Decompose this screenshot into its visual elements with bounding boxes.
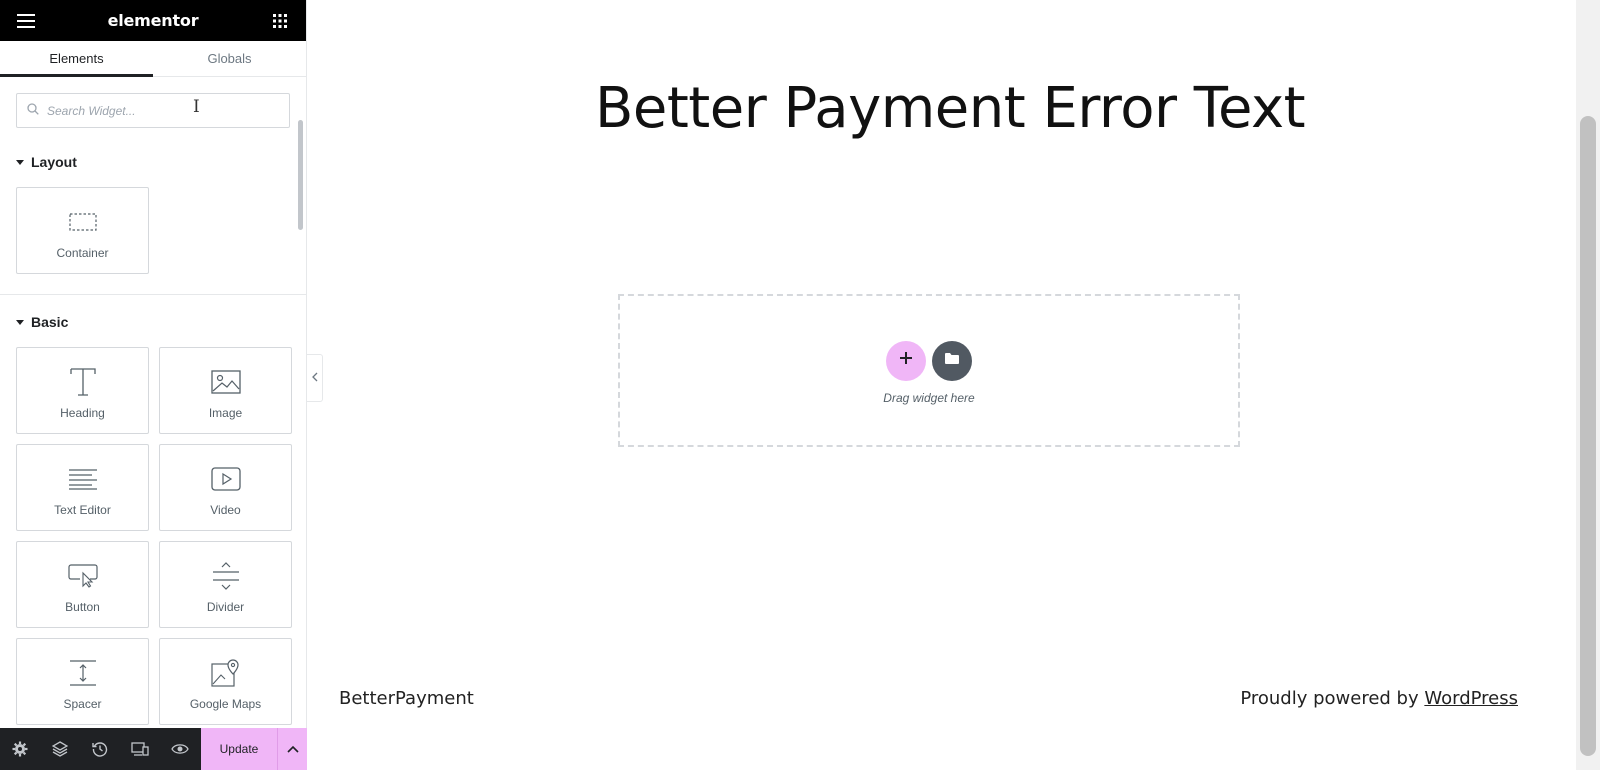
page-title[interactable]: Better Payment Error Text (324, 76, 1576, 141)
panel-tabs: Elements Globals (0, 41, 306, 77)
widget-heading[interactable]: Heading (16, 347, 149, 434)
grid-apps-icon[interactable] (266, 7, 294, 35)
widget-divider[interactable]: Divider (159, 541, 292, 628)
google-maps-icon (210, 657, 241, 689)
layers-icon[interactable] (40, 728, 80, 770)
search-input[interactable] (47, 103, 267, 118)
add-section-button[interactable] (886, 340, 926, 381)
site-name[interactable]: BetterPayment (339, 688, 474, 709)
widget-label: Spacer (63, 696, 102, 711)
history-icon[interactable] (80, 728, 120, 770)
widget-label: Text Editor (54, 502, 111, 517)
responsive-icon[interactable] (120, 728, 160, 770)
caret-down-icon (16, 319, 24, 325)
search-box[interactable] (16, 93, 290, 128)
button-icon (67, 560, 98, 592)
tab-globals[interactable]: Globals (153, 41, 306, 76)
widget-label: Heading (60, 405, 105, 420)
update-button[interactable]: Update (201, 728, 277, 770)
video-icon (210, 463, 241, 495)
category-layout[interactable]: Layout (0, 152, 306, 172)
powered-prefix: Proudly powered by (1240, 688, 1425, 709)
elementor-logo: elementor (107, 11, 199, 30)
widget-google-maps[interactable]: Google Maps (159, 638, 292, 725)
basic-widgets: Heading Image Text Editor Video Button D… (0, 347, 306, 725)
folder-icon (944, 352, 960, 370)
container-icon (68, 206, 97, 238)
category-title: Layout (31, 154, 77, 170)
wordpress-link[interactable]: WordPress (1424, 688, 1518, 709)
image-icon (210, 366, 241, 398)
category-basic[interactable]: Basic (0, 312, 306, 332)
widget-spacer[interactable]: Spacer (16, 638, 149, 725)
widget-label: Button (65, 599, 100, 614)
chevron-left-icon (311, 369, 318, 387)
settings-icon[interactable] (0, 728, 40, 770)
widget-container[interactable]: Container (16, 187, 149, 274)
powered-by-text: Proudly powered by WordPress (1240, 688, 1518, 709)
search-icon (27, 102, 39, 120)
page-preview: Better Payment Error Text Drag widget he… (324, 0, 1576, 770)
widget-label: Container (56, 245, 109, 260)
widget-button[interactable]: Button (16, 541, 149, 628)
page-scrollbar[interactable] (1576, 0, 1600, 770)
drop-hint-text: Drag widget here (883, 390, 975, 405)
spacer-icon (68, 657, 98, 689)
update-options-button[interactable] (277, 728, 307, 770)
widget-text-editor[interactable]: Text Editor (16, 444, 149, 531)
empty-section-drop-zone[interactable]: Drag widget here (618, 294, 1240, 447)
widget-label: Image (208, 405, 243, 420)
collapse-panel-button[interactable] (307, 354, 323, 402)
caret-down-icon (16, 159, 24, 165)
page-scrollbar-thumb[interactable] (1580, 116, 1596, 756)
chevron-up-icon (286, 740, 299, 758)
heading-icon (69, 366, 97, 398)
category-title: Basic (31, 314, 69, 330)
plus-icon (899, 351, 913, 370)
editor-panel: elementor Elements Globals I Layout (0, 0, 307, 770)
text-cursor-icon: I (193, 97, 200, 117)
divider-icon (211, 560, 241, 592)
panel-footer: Update (0, 728, 307, 770)
widget-label: Video (210, 502, 241, 517)
panel-scrollbar[interactable] (298, 120, 303, 230)
preview-eye-icon[interactable] (160, 728, 200, 770)
widget-video[interactable]: Video (159, 444, 292, 531)
widget-image[interactable]: Image (159, 347, 292, 434)
widgets-scroll-area: I Layout Container Basic (0, 77, 306, 728)
add-template-button[interactable] (932, 340, 972, 381)
hamburger-icon[interactable] (12, 7, 40, 35)
widget-label: Divider (206, 599, 245, 614)
text-editor-icon (68, 463, 98, 495)
drop-zone-buttons (886, 340, 972, 381)
tab-elements[interactable]: Elements (0, 41, 153, 77)
widget-label: Google Maps (189, 696, 262, 711)
layout-widgets: Container (0, 187, 306, 274)
panel-header: elementor (0, 0, 306, 41)
